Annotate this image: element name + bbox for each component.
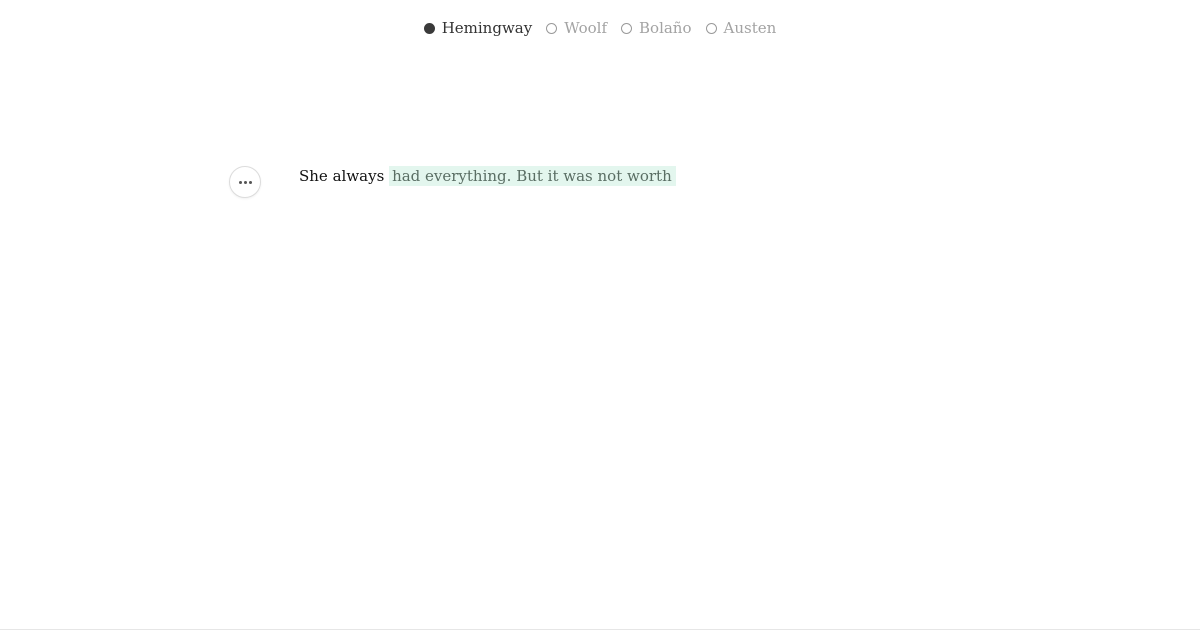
- author-option-austen[interactable]: Austen: [705, 17, 777, 39]
- typed-text: She always: [299, 167, 385, 185]
- author-label: Austen: [723, 19, 777, 37]
- author-selector: Hemingway Woolf Bolaño Austen: [0, 17, 1200, 39]
- ellipsis-icon-dot: [248, 180, 252, 184]
- radio-empty-icon: [621, 22, 633, 34]
- radio-empty-icon: [546, 22, 558, 34]
- text-editor[interactable]: She always had everything. But it was no…: [299, 164, 676, 188]
- radio-filled-icon: [423, 22, 435, 34]
- ellipsis-icon-dot: [238, 180, 242, 184]
- author-label: Hemingway: [441, 19, 533, 37]
- author-label: Woolf: [564, 19, 608, 37]
- autocomplete-suggestion[interactable]: had everything. But it was not worth: [389, 166, 676, 186]
- author-option-hemingway[interactable]: Hemingway: [423, 17, 533, 39]
- ellipsis-icon-dot: [243, 180, 247, 184]
- page: Hemingway Woolf Bolaño Austen She always…: [0, 0, 1200, 630]
- author-label: Bolaño: [639, 19, 692, 37]
- radio-empty-icon: [705, 22, 717, 34]
- more-options-button[interactable]: [229, 166, 261, 198]
- author-option-bolano[interactable]: Bolaño: [621, 17, 692, 39]
- author-option-woolf[interactable]: Woolf: [546, 17, 607, 39]
